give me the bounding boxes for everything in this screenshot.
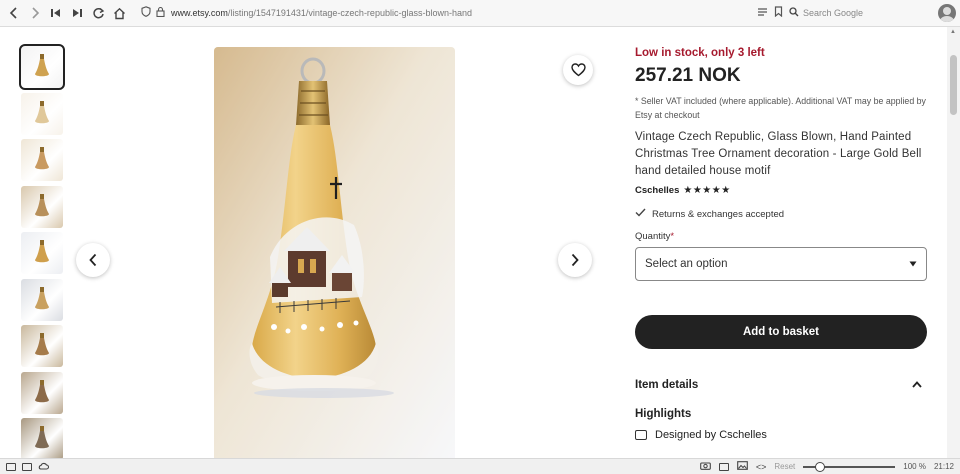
search-box[interactable]: Search Google bbox=[789, 3, 931, 23]
search-placeholder: Search Google bbox=[803, 8, 864, 18]
reload-icon[interactable] bbox=[88, 3, 108, 23]
thumbnail-strip bbox=[19, 44, 65, 465]
scroll-up-icon[interactable]: ▲ bbox=[950, 29, 956, 35]
returns-row: Returns & exchanges accepted bbox=[635, 208, 927, 220]
thumbnail-8[interactable] bbox=[21, 371, 63, 414]
bookmark-icon[interactable] bbox=[774, 4, 783, 22]
nav-buttons bbox=[4, 3, 129, 23]
returns-text[interactable]: Returns & exchanges accepted bbox=[652, 209, 784, 220]
bell-ornament-photo bbox=[214, 47, 455, 458]
thumbnail-bell-image bbox=[35, 100, 49, 123]
quantity-select[interactable]: Select an option bbox=[635, 247, 927, 281]
thumbnail-4[interactable] bbox=[21, 185, 63, 228]
statusbar-left bbox=[6, 462, 50, 472]
item-details-label: Item details bbox=[635, 379, 699, 391]
seller-name-link[interactable]: Cschelles bbox=[635, 185, 679, 196]
toolbar-right bbox=[757, 4, 783, 22]
rating-stars[interactable]: ★★★★★ bbox=[683, 185, 730, 196]
thumbnail-bell-image bbox=[35, 147, 49, 170]
url-text[interactable]: www.etsy.com/listing/1547191431/vintage-… bbox=[171, 8, 472, 18]
chevron-right-icon bbox=[571, 253, 579, 267]
thumbnail-bell-image bbox=[35, 333, 49, 356]
lock-icon bbox=[156, 4, 165, 22]
seller-row: Cschelles ★★★★★ bbox=[635, 185, 927, 196]
designer-icon bbox=[635, 430, 647, 440]
thumbnail-6[interactable] bbox=[21, 278, 63, 321]
thumbnail-9[interactable] bbox=[21, 418, 63, 460]
fast-forward-icon[interactable] bbox=[67, 3, 87, 23]
heart-icon bbox=[570, 63, 586, 77]
thumbnail-bell-image bbox=[35, 54, 49, 77]
window-icon[interactable] bbox=[718, 462, 729, 471]
image-icon[interactable] bbox=[737, 461, 748, 472]
thumbnail-bell-image bbox=[35, 193, 49, 216]
profile-avatar[interactable] bbox=[938, 4, 956, 22]
back-icon[interactable] bbox=[4, 3, 24, 23]
thumbnail-7[interactable] bbox=[21, 325, 63, 367]
listing-info-panel: Low in stock, only 3 left 257.21 NOK * S… bbox=[635, 47, 927, 441]
page-scrollbar[interactable]: ▲ bbox=[947, 27, 960, 458]
required-asterisk: * bbox=[670, 231, 675, 242]
designed-by-text: Designed by Cschelles bbox=[655, 429, 767, 441]
rewind-icon[interactable] bbox=[46, 3, 66, 23]
browser-statusbar: <> Reset 100 % 21:12 bbox=[0, 458, 960, 474]
highlights-heading: Highlights bbox=[635, 408, 692, 420]
thumbnail-bell-image bbox=[35, 426, 49, 449]
home-icon[interactable] bbox=[109, 3, 129, 23]
stock-status: Low in stock, only 3 left bbox=[635, 47, 765, 59]
quantity-label-text: Quantity bbox=[635, 231, 671, 242]
panel-toggle-icon[interactable] bbox=[6, 462, 16, 471]
next-image-button[interactable] bbox=[558, 243, 592, 277]
reset-zoom-label[interactable]: Reset bbox=[774, 462, 795, 471]
url-path: /listing/1547191431/vintage-czech-republ… bbox=[227, 8, 472, 18]
code-icon[interactable]: <> bbox=[756, 462, 767, 472]
zoom-level: 100 % bbox=[903, 462, 926, 471]
window-tiling-icon[interactable] bbox=[22, 462, 32, 471]
add-to-basket-button[interactable]: Add to basket bbox=[635, 315, 927, 349]
search-icon bbox=[789, 7, 799, 19]
thumbnail-2[interactable] bbox=[21, 92, 63, 135]
designed-by-row: Designed by Cschelles bbox=[635, 429, 927, 441]
price: 257.21 NOK bbox=[635, 65, 741, 86]
chevron-up-icon bbox=[912, 379, 922, 391]
camera-icon[interactable] bbox=[700, 461, 711, 472]
zoom-slider-knob[interactable] bbox=[815, 461, 826, 472]
statusbar-right: <> Reset 100 % 21:12 bbox=[700, 461, 954, 472]
reader-view-icon[interactable] bbox=[757, 4, 768, 22]
listing-title: Vintage Czech Republic, Glass Blown, Han… bbox=[635, 131, 922, 177]
vat-note: * Seller VAT included (where applicable)… bbox=[635, 96, 926, 120]
scrollbar-thumb[interactable] bbox=[950, 55, 957, 115]
zoom-slider[interactable] bbox=[803, 461, 896, 472]
thumbnail-1[interactable] bbox=[19, 44, 65, 90]
chevron-left-icon bbox=[89, 253, 97, 267]
thumbnail-5[interactable] bbox=[21, 232, 63, 274]
address-bar[interactable]: www.etsy.com/listing/1547191431/vintage-… bbox=[137, 2, 753, 24]
previous-image-button[interactable] bbox=[76, 243, 110, 277]
thumbnail-bell-image bbox=[35, 240, 49, 263]
quantity-label: Quantity* bbox=[635, 231, 927, 242]
clock: 21:12 bbox=[933, 462, 954, 471]
item-details-toggle[interactable]: Item details bbox=[635, 379, 927, 391]
favorite-button[interactable] bbox=[563, 55, 593, 85]
cloud-icon[interactable] bbox=[38, 462, 50, 472]
shield-icon[interactable] bbox=[141, 4, 151, 22]
url-host: www.etsy.com bbox=[171, 8, 228, 18]
caret-down-icon bbox=[909, 258, 917, 270]
thumbnail-bell-image bbox=[35, 379, 49, 402]
browser-toolbar: www.etsy.com/listing/1547191431/vintage-… bbox=[0, 0, 960, 27]
thumbnail-bell-image bbox=[35, 286, 49, 309]
forward-icon[interactable] bbox=[25, 3, 45, 23]
select-placeholder: Select an option bbox=[645, 258, 728, 270]
check-icon bbox=[635, 208, 646, 220]
thumbnail-3[interactable] bbox=[21, 139, 63, 181]
main-product-image[interactable] bbox=[214, 47, 455, 458]
